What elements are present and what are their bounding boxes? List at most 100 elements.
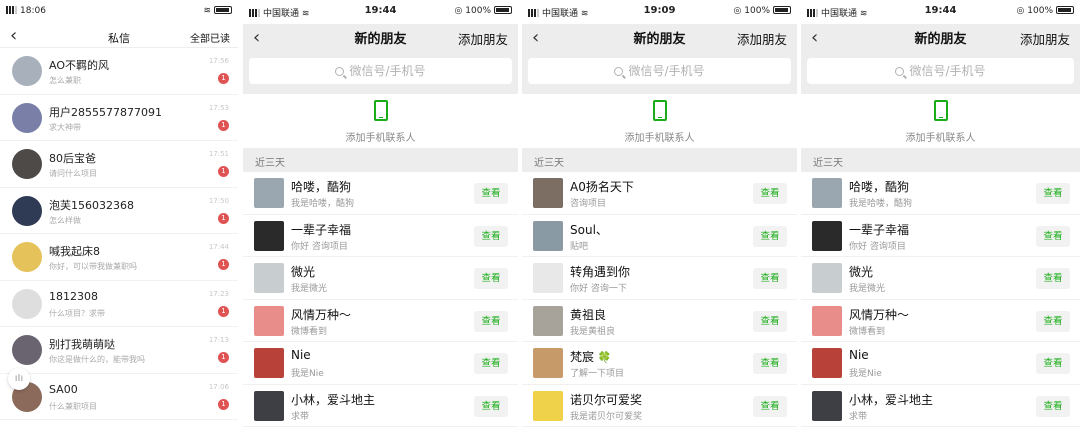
friend-request-row[interactable]: 梵宸 🍀 了解一下项目 查看 xyxy=(522,342,797,385)
friend-request-row[interactable]: 黄祖良 我是黄祖良 查看 xyxy=(522,299,797,342)
view-button[interactable]: 查看 xyxy=(753,183,787,204)
avatar[interactable] xyxy=(812,305,842,336)
search-input[interactable]: 微信号/手机号 xyxy=(528,58,791,84)
avatar[interactable] xyxy=(533,390,563,421)
view-button[interactable]: 查看 xyxy=(474,268,508,289)
phone-icon xyxy=(373,100,388,121)
friend-name: 转角遇到你 xyxy=(570,265,631,279)
view-button[interactable]: 查看 xyxy=(474,310,508,332)
message-row[interactable]: AO不羁的风 怎么兼职 17:56 1 xyxy=(0,48,238,95)
add-phone-contacts[interactable]: 添加手机联系人 xyxy=(522,94,797,148)
avatar[interactable] xyxy=(12,102,42,133)
view-button[interactable]: 查看 xyxy=(753,353,787,374)
avatar[interactable] xyxy=(254,305,284,336)
avatar[interactable] xyxy=(812,390,842,421)
message-preview: 怎么样做 xyxy=(49,215,81,225)
friend-request-row[interactable]: 哈喽，酷狗 我是哈喽，酷狗 查看 xyxy=(801,172,1080,215)
view-button[interactable]: 查看 xyxy=(753,268,787,289)
friend-request-row[interactable]: 小林，爱斗地主 求带 查看 xyxy=(801,384,1080,427)
view-button[interactable]: 查看 xyxy=(1036,183,1070,204)
friend-request-row[interactable]: Nie 我是Nie 查看 xyxy=(801,342,1080,385)
view-button[interactable]: 查看 xyxy=(1036,310,1070,332)
avatar[interactable] xyxy=(12,149,42,179)
message-row[interactable]: SA00 什么兼职项目 17:06 1 xyxy=(0,374,238,420)
friend-name: 风情万种～ xyxy=(291,307,352,322)
avatar[interactable] xyxy=(533,178,563,208)
friend-request-row[interactable]: 诺贝尔可爱奖 我是诺贝尔可爱奖 查看 xyxy=(522,384,797,427)
avatar[interactable] xyxy=(254,178,284,208)
request-note: 我是黄祖良 xyxy=(570,326,616,337)
avatar[interactable] xyxy=(533,220,563,251)
avatar[interactable] xyxy=(12,288,42,319)
friend-name: 一辈子幸福 xyxy=(291,222,352,237)
unread-badge: 1 xyxy=(218,398,229,410)
sender-name: 喊我起床8 xyxy=(49,245,100,258)
friend-request-row[interactable]: 微光 我是微光 查看 xyxy=(801,257,1080,300)
view-button[interactable]: 查看 xyxy=(753,225,787,247)
view-button[interactable]: 查看 xyxy=(474,353,508,374)
message-row[interactable]: 喊我起床8 你好，可以带我做兼职吗 17:44 1 xyxy=(0,234,238,281)
message-row[interactable]: 1812308 什么项目？求带 17:23 1 xyxy=(0,281,238,327)
message-time: 17:13 xyxy=(208,336,229,344)
friend-request-row[interactable]: 小林，爱斗地主 求带 查看 xyxy=(243,384,518,427)
mark-all-read-button[interactable]: 全部已读 xyxy=(190,30,230,45)
avatar[interactable] xyxy=(812,348,842,378)
request-note: 微博看到 xyxy=(291,326,328,337)
message-row[interactable]: 用户2855577877091 求大神带 17:53 1 xyxy=(0,95,238,141)
message-preview: 什么兼职项目 xyxy=(49,401,97,411)
avatar[interactable] xyxy=(812,263,842,293)
avatar[interactable] xyxy=(12,56,42,86)
unread-badge: 1 xyxy=(218,73,229,84)
add-phone-contacts[interactable]: 添加手机联系人 xyxy=(243,94,518,148)
add-contacts-label: 添加手机联系人 xyxy=(905,133,976,144)
view-button[interactable]: 查看 xyxy=(1036,395,1070,417)
friend-request-row[interactable]: 哈喽，酷狗 我是哈喽，酷狗 查看 xyxy=(243,172,518,215)
avatar[interactable] xyxy=(12,242,42,272)
view-button[interactable]: 查看 xyxy=(1036,268,1070,289)
friend-request-row[interactable]: 风情万种～ 微博看到 查看 xyxy=(243,299,518,342)
friend-request-row[interactable]: Nie 我是Nie 查看 xyxy=(243,342,518,385)
avatar[interactable] xyxy=(254,348,284,378)
message-row[interactable]: 泡芙156032368 怎么样做 17:50 1 xyxy=(0,188,238,234)
unread-badge: 1 xyxy=(218,305,229,317)
avatar[interactable] xyxy=(254,220,284,251)
new-friends-screen-3: 中国联通 ≋ 19:44 ◎ 100% ‹ 新的朋友 添加朋友 微信号/手机号 添加手机联系人… xyxy=(801,0,1080,432)
message-row[interactable]: 80后宝爸 请问什么项目 17:51 1 xyxy=(0,141,238,188)
avatar[interactable] xyxy=(812,220,842,251)
avatar[interactable] xyxy=(12,335,42,365)
view-button[interactable]: 查看 xyxy=(1036,353,1070,374)
view-button[interactable]: 查看 xyxy=(474,395,508,417)
add-friend-button[interactable]: 添加朋友 xyxy=(1020,29,1070,48)
friend-request-row[interactable]: 一辈子幸福 你好 咨询项目 查看 xyxy=(243,214,518,257)
add-phone-contacts[interactable]: 添加手机联系人 xyxy=(801,94,1080,148)
view-button[interactable]: 查看 xyxy=(474,225,508,247)
avatar[interactable] xyxy=(254,390,284,421)
friend-request-row[interactable]: 转角遇到你 你好 咨询一下 查看 xyxy=(522,257,797,300)
add-friend-button[interactable]: 添加朋友 xyxy=(458,29,508,48)
search-input[interactable]: 微信号/手机号 xyxy=(249,58,512,84)
friend-request-row[interactable]: 微光 我是微光 查看 xyxy=(243,257,518,300)
add-friend-button[interactable]: 添加朋友 xyxy=(737,29,787,48)
voice-wave-icon[interactable]: ıIı xyxy=(8,368,30,390)
avatar[interactable] xyxy=(533,348,563,378)
lock-rotation-icon: ◎ xyxy=(1016,6,1025,16)
friend-request-row[interactable]: 一辈子幸福 你好 咨询项目 查看 xyxy=(801,214,1080,257)
message-preview: 怎么兼职 xyxy=(49,76,81,85)
search-input[interactable]: 微信号/手机号 xyxy=(807,58,1074,84)
request-note: 我是Nie xyxy=(291,369,324,379)
sender-name: 泡芙156032368 xyxy=(49,198,134,212)
avatar[interactable] xyxy=(533,305,563,336)
friend-request-row[interactable]: Soul、 贴吧 查看 xyxy=(522,214,797,257)
view-button[interactable]: 查看 xyxy=(474,183,508,204)
avatar[interactable] xyxy=(533,263,563,293)
avatar[interactable] xyxy=(12,195,42,226)
friend-request-row[interactable]: 风情万种～ 微博看到 查看 xyxy=(801,299,1080,342)
view-button[interactable]: 查看 xyxy=(753,310,787,332)
view-button[interactable]: 查看 xyxy=(753,395,787,417)
friend-request-row[interactable]: A0扬名天下 咨询项目 查看 xyxy=(522,172,797,215)
message-row[interactable]: 别打我萌萌哒 你这是做什么的，能带我吗 17:13 1 xyxy=(0,327,238,374)
avatar[interactable] xyxy=(812,178,842,208)
section-header: 近三天 xyxy=(801,148,1080,172)
avatar[interactable] xyxy=(254,263,284,293)
view-button[interactable]: 查看 xyxy=(1036,225,1070,247)
